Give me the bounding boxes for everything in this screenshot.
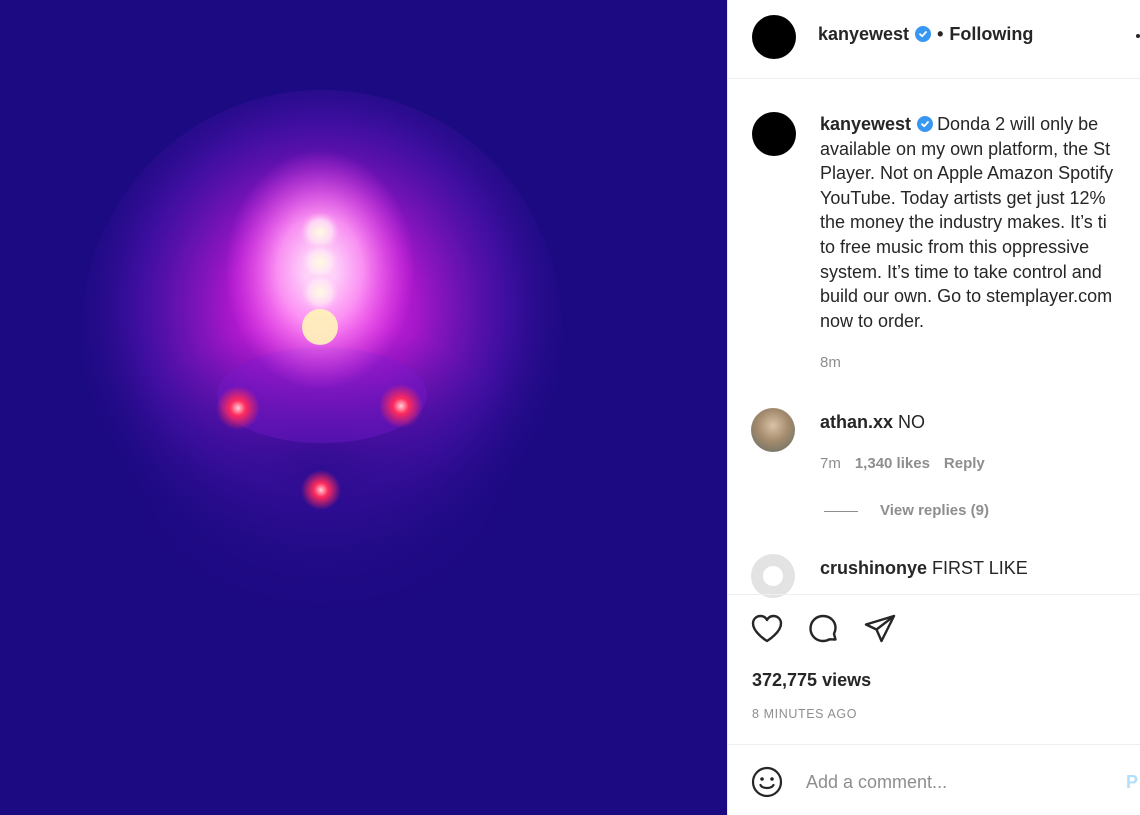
caption-line: system. It’s time to take control and (820, 261, 1102, 282)
comment-text: athan.xx NO (820, 412, 925, 433)
verified-badge-icon (915, 26, 932, 42)
post-header: kanyewest • Following (728, 0, 1140, 79)
caption-author-avatar[interactable] (752, 112, 796, 156)
actions-divider (728, 594, 1140, 595)
post-image[interactable] (0, 0, 727, 815)
comment-bubble-icon[interactable] (806, 612, 840, 646)
view-replies-button[interactable]: View replies (9) (824, 502, 989, 519)
caption-line: to free music from this oppressive (820, 236, 1090, 257)
commenter-avatar[interactable] (751, 408, 795, 452)
comment-likes[interactable]: 1,340 likes (855, 455, 930, 472)
caption-timestamp[interactable]: 8m (820, 354, 841, 371)
caption-line: Player. Not on Apple Amazon Spotify (820, 163, 1114, 184)
post-timestamp: 8 MINUTES AGO (752, 707, 858, 721)
replies-line (824, 510, 858, 512)
author-row: kanyewest • Following (818, 24, 1033, 45)
caption-author-username[interactable]: kanyewest (820, 114, 911, 134)
caption-text: kanyewest Donda 2 will only be available … (820, 112, 1140, 333)
comment-body: NO (898, 412, 926, 432)
heart-icon[interactable] (750, 612, 784, 646)
comment-body: FIRST LIKE (932, 558, 1028, 578)
separator-dot: • (937, 24, 944, 44)
author-username[interactable]: kanyewest (818, 24, 909, 44)
verified-badge-icon (917, 116, 934, 132)
stem-player-artwork (0, 0, 727, 815)
commenter-username[interactable]: athan.xx (820, 412, 893, 432)
caption-line: YouTube. Today artists get just 12% (820, 187, 1106, 208)
caption-line: available on my own platform, the St (820, 138, 1111, 159)
following-button[interactable]: Following (949, 24, 1033, 44)
caption-line: now to order. (820, 310, 925, 331)
default-avatar-icon (763, 566, 783, 586)
caption-line: Donda 2 will only be (937, 114, 1099, 134)
comment-meta: 7m 1,340 likes Reply (820, 455, 999, 472)
smiley-face-icon[interactable] (750, 765, 784, 799)
caption-line: the money the industry makes. It’s ti (820, 212, 1107, 233)
comment-input[interactable]: Add a comment... (806, 772, 947, 793)
reply-button[interactable]: Reply (944, 455, 985, 472)
view-replies-label: View replies (9) (880, 502, 989, 519)
paper-plane-icon[interactable] (863, 612, 897, 646)
views-count[interactable]: 372,775 views (752, 670, 871, 691)
commenter-username[interactable]: crushinonye (820, 558, 927, 578)
commenter-avatar[interactable] (751, 554, 795, 598)
comment-text: crushinonye FIRST LIKE (820, 558, 1028, 579)
more-options-icon[interactable] (1136, 34, 1140, 38)
caption-line: build our own. Go to stemplayer.com (820, 286, 1113, 307)
author-avatar[interactable] (752, 15, 796, 59)
post-detail-panel: kanyewest • Following kanyewest Donda 2 wil… (728, 0, 1140, 815)
post-actions (750, 612, 915, 648)
comment-composer: Add a comment... P (728, 745, 1140, 815)
post-comment-button[interactable]: P (1126, 772, 1138, 793)
comment-time[interactable]: 7m (820, 455, 841, 472)
